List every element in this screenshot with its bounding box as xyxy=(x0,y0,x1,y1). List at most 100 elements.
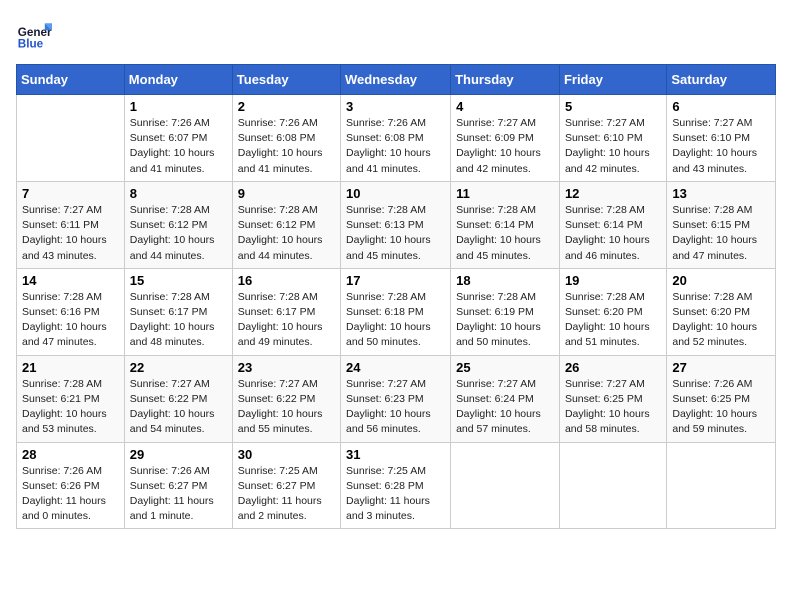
calendar-cell: 25 Sunrise: 7:27 AMSunset: 6:24 PMDayligh… xyxy=(451,355,560,442)
calendar-cell: 31Sunrise: 7:25 AMSunset: 6:28 PMDayligh… xyxy=(341,442,451,529)
day-info: Sunrise: 7:28 AMSunset: 6:14 PMDaylight:… xyxy=(565,203,661,264)
page-header: General Blue xyxy=(16,16,776,52)
logo: General Blue xyxy=(16,16,56,52)
day-number: 21 xyxy=(22,360,119,375)
day-info: Sunrise: 7:28 AMSunset: 6:21 PMDaylight:… xyxy=(22,377,119,438)
day-number: 29 xyxy=(130,447,227,462)
day-number: 8 xyxy=(130,186,227,201)
calendar-cell: 23 Sunrise: 7:27 AMSunset: 6:22 PMDayligh… xyxy=(232,355,340,442)
day-number: 30 xyxy=(238,447,335,462)
calendar-cell: 29 Sunrise: 7:26 AMSunset: 6:27 PMDayligh… xyxy=(124,442,232,529)
calendar-cell: 8 Sunrise: 7:28 AMSunset: 6:12 PMDaylight… xyxy=(124,181,232,268)
calendar-cell xyxy=(17,95,125,182)
day-info: Sunrise: 7:26 AMSunset: 6:08 PMDaylight:… xyxy=(238,116,335,177)
calendar-body: 1Sunrise: 7:26 AMSunset: 6:07 PMDaylight… xyxy=(17,95,776,529)
header-wednesday: Wednesday xyxy=(341,65,451,95)
calendar-table: SundayMondayTuesdayWednesdayThursdayFrid… xyxy=(16,64,776,529)
day-info: Sunrise: 7:27 AMSunset: 6:25 PMDaylight:… xyxy=(565,377,661,438)
day-info: Sunrise: 7:27 AMSunset: 6:10 PMDaylight:… xyxy=(672,116,770,177)
day-number: 19 xyxy=(565,273,661,288)
day-number: 12 xyxy=(565,186,661,201)
calendar-week-0: 1Sunrise: 7:26 AMSunset: 6:07 PMDaylight… xyxy=(17,95,776,182)
calendar-cell: 4Sunrise: 7:27 AMSunset: 6:09 PMDaylight… xyxy=(451,95,560,182)
calendar-week-3: 21 Sunrise: 7:28 AMSunset: 6:21 PMDayligh… xyxy=(17,355,776,442)
header-monday: Monday xyxy=(124,65,232,95)
day-number: 4 xyxy=(456,99,554,114)
calendar-cell: 5 Sunrise: 7:27 AMSunset: 6:10 PMDaylight… xyxy=(559,95,666,182)
calendar-cell: 21 Sunrise: 7:28 AMSunset: 6:21 PMDayligh… xyxy=(17,355,125,442)
day-number: 28 xyxy=(22,447,119,462)
day-info: Sunrise: 7:27 AMSunset: 6:22 PMDaylight:… xyxy=(238,377,335,438)
calendar-cell: 27 Sunrise: 7:26 AMSunset: 6:25 PMDayligh… xyxy=(667,355,776,442)
day-info: Sunrise: 7:28 AMSunset: 6:13 PMDaylight:… xyxy=(346,203,445,264)
day-number: 15 xyxy=(130,273,227,288)
day-info: Sunrise: 7:28 AMSunset: 6:17 PMDaylight:… xyxy=(238,290,335,351)
calendar-cell: 28Sunrise: 7:26 AMSunset: 6:26 PMDayligh… xyxy=(17,442,125,529)
calendar-cell: 20 Sunrise: 7:28 AMSunset: 6:20 PMDayligh… xyxy=(667,268,776,355)
day-info: Sunrise: 7:26 AMSunset: 6:08 PMDaylight:… xyxy=(346,116,445,177)
day-number: 23 xyxy=(238,360,335,375)
day-info: Sunrise: 7:28 AMSunset: 6:18 PMDaylight:… xyxy=(346,290,445,351)
day-number: 27 xyxy=(672,360,770,375)
calendar-cell xyxy=(451,442,560,529)
calendar-cell: 1Sunrise: 7:26 AMSunset: 6:07 PMDaylight… xyxy=(124,95,232,182)
calendar-cell: 10 Sunrise: 7:28 AMSunset: 6:13 PMDayligh… xyxy=(341,181,451,268)
header-sunday: Sunday xyxy=(17,65,125,95)
calendar-cell: 24Sunrise: 7:27 AMSunset: 6:23 PMDayligh… xyxy=(341,355,451,442)
header-row: SundayMondayTuesdayWednesdayThursdayFrid… xyxy=(17,65,776,95)
day-number: 31 xyxy=(346,447,445,462)
calendar-cell: 26 Sunrise: 7:27 AMSunset: 6:25 PMDayligh… xyxy=(559,355,666,442)
day-info: Sunrise: 7:27 AMSunset: 6:10 PMDaylight:… xyxy=(565,116,661,177)
day-info: Sunrise: 7:28 AMSunset: 6:12 PMDaylight:… xyxy=(238,203,335,264)
day-info: Sunrise: 7:26 AMSunset: 6:25 PMDaylight:… xyxy=(672,377,770,438)
day-number: 11 xyxy=(456,186,554,201)
day-number: 1 xyxy=(130,99,227,114)
calendar-cell: 19Sunrise: 7:28 AMSunset: 6:20 PMDayligh… xyxy=(559,268,666,355)
day-info: Sunrise: 7:28 AMSunset: 6:14 PMDaylight:… xyxy=(456,203,554,264)
day-number: 20 xyxy=(672,273,770,288)
calendar-cell xyxy=(559,442,666,529)
calendar-cell: 16 Sunrise: 7:28 AMSunset: 6:17 PMDayligh… xyxy=(232,268,340,355)
calendar-header: SundayMondayTuesdayWednesdayThursdayFrid… xyxy=(17,65,776,95)
day-number: 26 xyxy=(565,360,661,375)
day-number: 10 xyxy=(346,186,445,201)
header-friday: Friday xyxy=(559,65,666,95)
day-info: Sunrise: 7:28 AMSunset: 6:15 PMDaylight:… xyxy=(672,203,770,264)
calendar-cell: 15 Sunrise: 7:28 AMSunset: 6:17 PMDayligh… xyxy=(124,268,232,355)
day-info: Sunrise: 7:28 AMSunset: 6:17 PMDaylight:… xyxy=(130,290,227,351)
calendar-cell: 13 Sunrise: 7:28 AMSunset: 6:15 PMDayligh… xyxy=(667,181,776,268)
day-info: Sunrise: 7:28 AMSunset: 6:16 PMDaylight:… xyxy=(22,290,119,351)
day-info: Sunrise: 7:27 AMSunset: 6:24 PMDaylight:… xyxy=(456,377,554,438)
day-number: 16 xyxy=(238,273,335,288)
calendar-cell: 9 Sunrise: 7:28 AMSunset: 6:12 PMDaylight… xyxy=(232,181,340,268)
day-info: Sunrise: 7:26 AMSunset: 6:27 PMDaylight:… xyxy=(130,464,227,525)
day-number: 7 xyxy=(22,186,119,201)
day-number: 9 xyxy=(238,186,335,201)
day-info: Sunrise: 7:25 AMSunset: 6:27 PMDaylight:… xyxy=(238,464,335,525)
day-number: 3 xyxy=(346,99,445,114)
day-info: Sunrise: 7:28 AMSunset: 6:20 PMDaylight:… xyxy=(672,290,770,351)
calendar-cell: 30 Sunrise: 7:25 AMSunset: 6:27 PMDayligh… xyxy=(232,442,340,529)
calendar-cell: 14 Sunrise: 7:28 AMSunset: 6:16 PMDayligh… xyxy=(17,268,125,355)
day-number: 2 xyxy=(238,99,335,114)
day-number: 25 xyxy=(456,360,554,375)
day-info: Sunrise: 7:28 AMSunset: 6:19 PMDaylight:… xyxy=(456,290,554,351)
day-info: Sunrise: 7:27 AMSunset: 6:22 PMDaylight:… xyxy=(130,377,227,438)
day-number: 18 xyxy=(456,273,554,288)
calendar-cell: 11 Sunrise: 7:28 AMSunset: 6:14 PMDayligh… xyxy=(451,181,560,268)
calendar-cell: 18 Sunrise: 7:28 AMSunset: 6:19 PMDayligh… xyxy=(451,268,560,355)
header-saturday: Saturday xyxy=(667,65,776,95)
calendar-cell: 2 Sunrise: 7:26 AMSunset: 6:08 PMDaylight… xyxy=(232,95,340,182)
day-number: 14 xyxy=(22,273,119,288)
calendar-cell: 3 Sunrise: 7:26 AMSunset: 6:08 PMDaylight… xyxy=(341,95,451,182)
day-number: 5 xyxy=(565,99,661,114)
day-info: Sunrise: 7:27 AMSunset: 6:11 PMDaylight:… xyxy=(22,203,119,264)
calendar-cell: 6Sunrise: 7:27 AMSunset: 6:10 PMDaylight… xyxy=(667,95,776,182)
day-info: Sunrise: 7:28 AMSunset: 6:12 PMDaylight:… xyxy=(130,203,227,264)
calendar-cell: 17Sunrise: 7:28 AMSunset: 6:18 PMDayligh… xyxy=(341,268,451,355)
calendar-week-2: 14 Sunrise: 7:28 AMSunset: 6:16 PMDayligh… xyxy=(17,268,776,355)
day-number: 13 xyxy=(672,186,770,201)
header-tuesday: Tuesday xyxy=(232,65,340,95)
calendar-cell xyxy=(667,442,776,529)
calendar-cell: 22Sunrise: 7:27 AMSunset: 6:22 PMDayligh… xyxy=(124,355,232,442)
